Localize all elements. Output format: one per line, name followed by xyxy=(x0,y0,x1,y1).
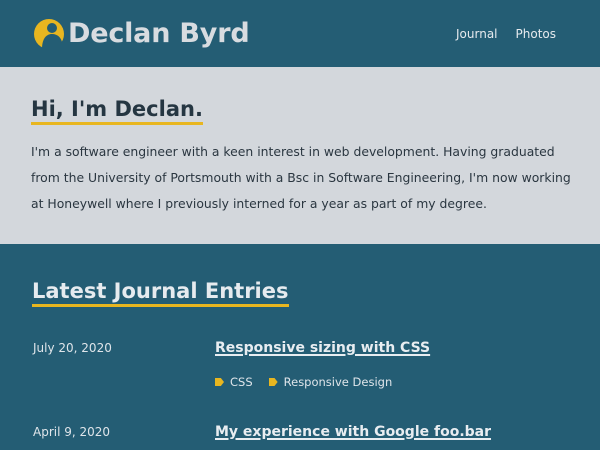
journal-section-title-text[interactable]: Latest Journal Entries xyxy=(32,279,289,303)
journal-section-title[interactable]: Latest Journal Entries xyxy=(32,277,289,307)
intro-section: Hi, I'm Declan. I'm a software engineer … xyxy=(0,67,600,244)
nav-photos[interactable]: Photos xyxy=(516,25,556,43)
section-title-underline xyxy=(32,304,289,307)
entry-date: April 9, 2020 xyxy=(33,425,111,439)
tag-icon xyxy=(215,378,224,386)
tag-icon xyxy=(268,378,278,386)
nav-journal[interactable]: Journal xyxy=(456,25,498,43)
intro-heading-text: Hi, I'm Declan. xyxy=(31,97,203,121)
entry-tags: CSS Responsive Design xyxy=(215,374,408,390)
entry-title-link[interactable]: Responsive sizing with CSS xyxy=(215,339,430,357)
tag-responsive-design[interactable]: Responsive Design xyxy=(268,374,393,390)
brand-link[interactable]: Declan Byrd xyxy=(34,17,250,51)
entry-date: July 20, 2020 xyxy=(33,341,112,355)
site-header: Declan Byrd Journal Photos xyxy=(0,0,600,67)
site-title[interactable]: Declan Byrd xyxy=(68,17,250,51)
heading-underline xyxy=(31,122,203,125)
tag-label[interactable]: CSS xyxy=(230,374,253,390)
tag-css[interactable]: CSS xyxy=(215,374,253,390)
avatar-logo-icon xyxy=(34,19,64,49)
tag-label[interactable]: Responsive Design xyxy=(284,374,393,390)
intro-text: I'm a software engineer with a keen inte… xyxy=(31,144,571,211)
intro-heading: Hi, I'm Declan. xyxy=(31,95,203,125)
main-nav: Journal Photos xyxy=(456,25,556,43)
entry-title-link[interactable]: My experience with Google foo.bar xyxy=(215,423,491,441)
